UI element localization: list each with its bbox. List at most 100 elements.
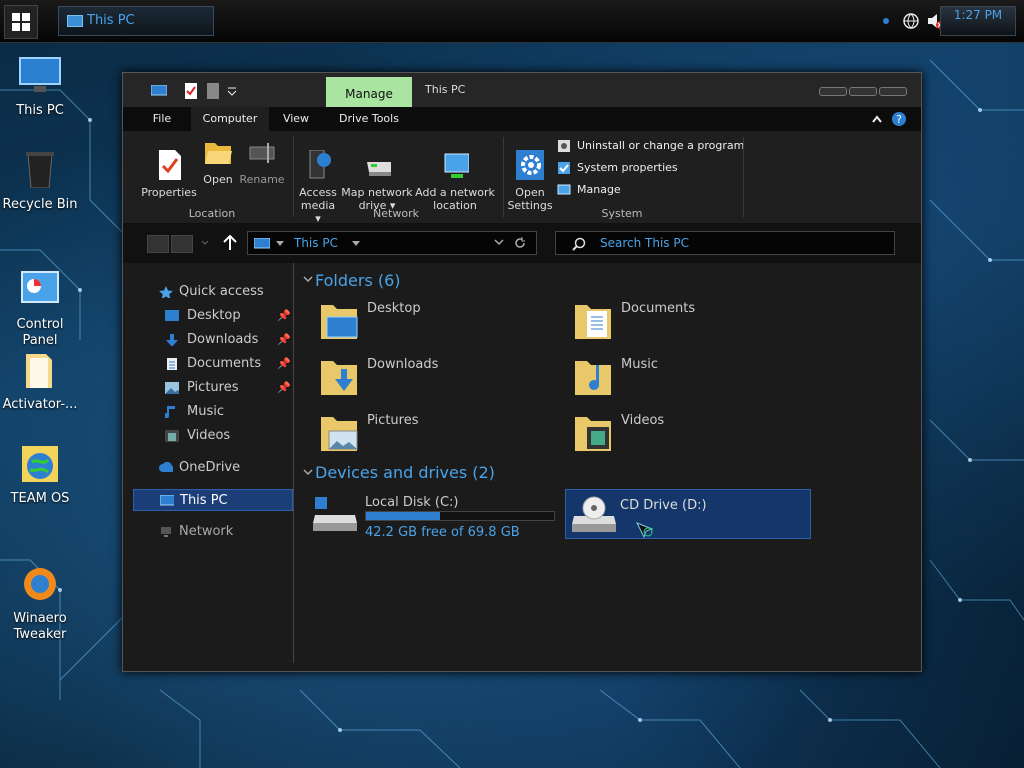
folder-label: Pictures [367,413,419,428]
nav-videos[interactable]: Videos [133,425,293,447]
folder-documents[interactable]: Documents [573,299,813,351]
desktop-icon-team-os[interactable]: TEAM OS [0,444,80,507]
refresh-icon[interactable] [514,237,526,249]
drive-local-disk-c[interactable]: Local Disk (C:) 42.2 GB free of 69.8 GB [313,489,563,540]
folder-videos[interactable]: Videos [573,411,813,463]
folder-pictures[interactable]: Pictures [319,411,559,463]
taskbar: This PC 1:27 PM [0,0,1024,43]
tab-manage[interactable]: Manage [326,77,412,109]
address-field[interactable]: This PC [247,231,537,255]
desktop-icon-recycle-bin[interactable]: Recycle Bin [0,150,80,213]
tab-computer[interactable]: Computer [191,107,269,131]
properties-icon [159,150,181,180]
drive-usage-bar [365,511,555,521]
network-drive-icon [367,162,393,176]
start-button[interactable] [4,5,38,39]
desktop-icon-this-pc[interactable]: This PC [0,56,80,119]
nav-downloads[interactable]: Downloads 📌 [133,329,293,351]
new-folder-quick-icon[interactable] [207,83,219,99]
address-bar: This PC Search This PC [123,223,921,263]
desktop-icon-activator[interactable]: Activator-... [0,350,80,413]
forward-button[interactable] [171,235,193,253]
chevron-down-icon[interactable] [303,276,313,284]
nav-desktop[interactable]: Desktop 📌 [133,305,293,327]
chevron-down-icon[interactable] [352,241,360,247]
music-note-icon [165,406,175,418]
open-button[interactable]: Open [201,137,235,186]
nav-label: Documents [187,356,262,371]
drive-free-space: 42.2 GB free of 69.8 GB [365,525,520,540]
computer-icon [160,495,174,506]
nav-label: Downloads [187,332,259,347]
nav-music[interactable]: Music [133,401,293,423]
tab-file[interactable]: File [135,107,189,131]
desktop-icon-winaero-tweaker[interactable]: Winaero Tweaker [0,548,80,659]
nav-pictures[interactable]: Pictures 📌 [133,377,293,399]
nav-label: Pictures [187,380,239,395]
network-globe-icon[interactable] [902,12,920,30]
nav-this-pc[interactable]: This PC [133,489,293,511]
close-button[interactable] [879,87,907,96]
group-label-system: System [601,207,643,220]
collapse-ribbon-icon[interactable] [871,113,883,125]
tab-drive-tools[interactable]: Drive Tools [329,107,409,131]
nav-network[interactable]: Network [133,521,293,543]
music-folder-icon [575,361,611,395]
documents-folder-icon [575,305,611,339]
desktop-icon-label: Control Panel [16,317,64,348]
drive-cd-d[interactable]: CD Drive (D:) [565,489,811,539]
customize-quick-access-icon[interactable] [227,86,237,96]
nav-label: Videos [187,428,231,443]
downloads-folder-icon [321,361,357,395]
folder-label: Music [621,357,658,372]
computer-icon [254,238,270,249]
properties-button[interactable]: Properties [139,137,199,212]
settings-gear-icon [516,150,546,180]
maximize-button[interactable] [849,87,877,96]
tray-notify-icon[interactable] [882,16,890,26]
properties-quick-icon[interactable] [185,83,197,99]
title-bar[interactable]: Manage This PC [123,73,921,109]
search-placeholder: Search This PC [600,236,689,250]
nav-onedrive[interactable]: OneDrive [133,457,293,479]
minimize-button[interactable] [819,87,847,96]
folder-downloads[interactable]: Downloads [319,355,559,407]
chevron-down-icon[interactable] [276,241,284,247]
address-history-icon[interactable] [494,239,504,247]
back-button[interactable] [147,235,169,253]
search-icon [572,237,586,251]
computer-management-icon [557,184,571,195]
devices-heading[interactable]: Devices and drives (2) [315,463,495,482]
desktop-icon-control-panel[interactable]: Control Panel [0,254,80,365]
taskbar-item-this-pc[interactable]: This PC [58,6,214,36]
nav-documents[interactable]: Documents 📌 [133,353,293,375]
pin-icon[interactable]: 📌 [277,305,291,327]
documents-icon [167,358,177,370]
folder-desktop[interactable]: Desktop [319,299,559,351]
cursor-busy-icon [636,522,654,538]
manage-button[interactable]: Manage [557,181,621,199]
tab-view[interactable]: View [271,107,321,131]
pin-icon[interactable]: 📌 [277,329,291,351]
recent-locations-icon[interactable] [201,238,209,248]
properties-label: Properties [141,186,197,199]
uninstall-program-button[interactable]: Uninstall or change a program [557,137,744,155]
chevron-down-icon[interactable] [303,469,313,477]
folder-music[interactable]: Music [573,355,813,407]
nav-quick-access[interactable]: Quick access [133,281,293,303]
search-input[interactable]: Search This PC [555,231,895,255]
system-properties-button[interactable]: System properties [557,159,678,177]
pin-icon[interactable]: 📌 [277,353,291,375]
folders-heading[interactable]: Folders (6) [315,271,401,290]
uninstall-icon [558,140,570,152]
help-icon[interactable]: ? [891,111,907,127]
up-arrow-icon[interactable] [223,235,237,251]
pin-icon[interactable]: 📌 [277,377,291,399]
windows-logo-icon [12,13,30,31]
computer-icon [67,15,83,27]
rename-button[interactable]: Rename [239,137,285,186]
globe-shortcut-icon [22,446,58,488]
clock[interactable]: 1:27 PM [940,6,1016,36]
videos-icon [165,430,179,442]
computer-icon[interactable] [151,85,167,97]
